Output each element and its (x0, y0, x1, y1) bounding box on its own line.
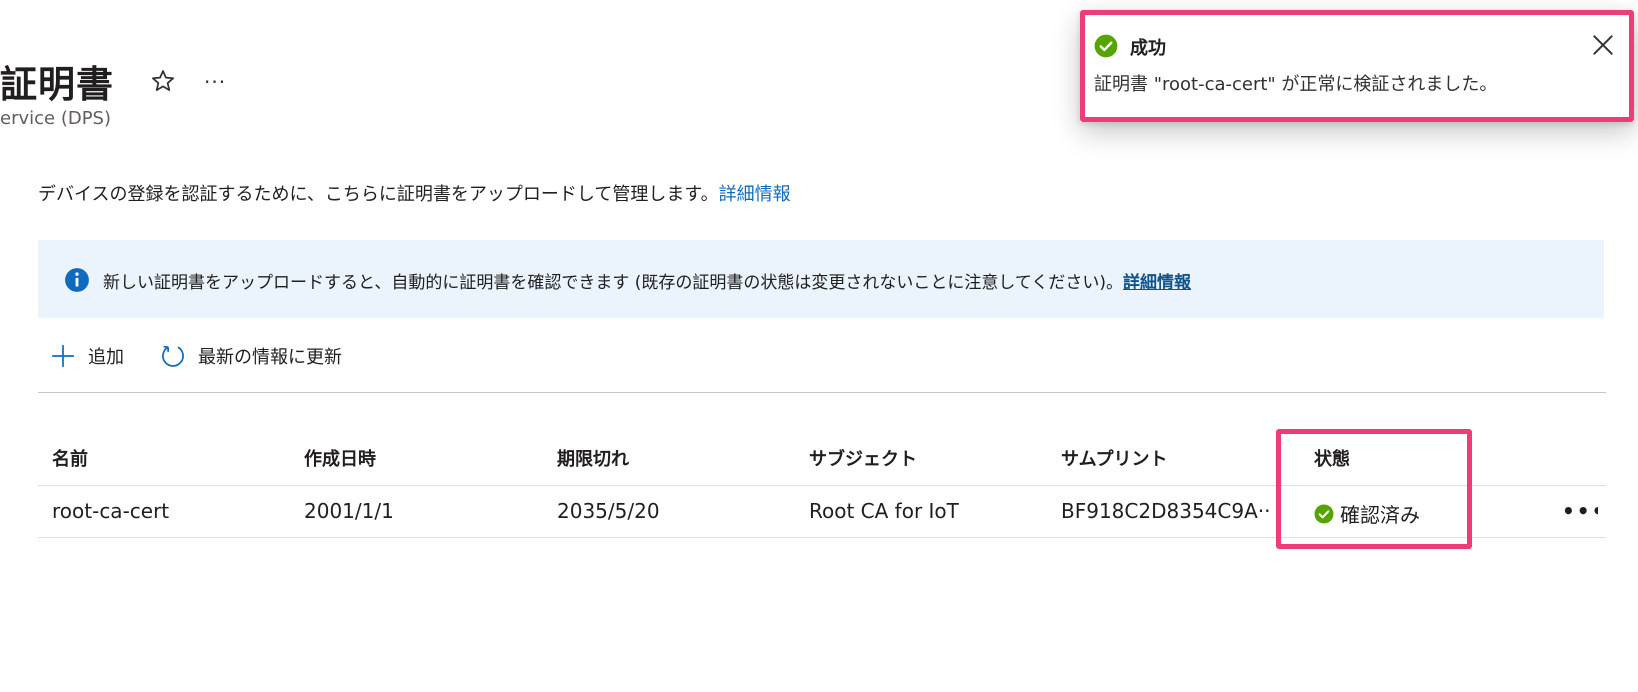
star-icon[interactable] (150, 68, 176, 94)
add-button-label: 追加 (88, 347, 124, 368)
refresh-button[interactable]: 最新の情報に更新 (148, 336, 342, 376)
plus-icon (52, 345, 74, 367)
info-banner: 新しい証明書をアップロードすると、自動的に証明書を確認できます (既存の証明書の… (38, 240, 1604, 318)
column-header-thumbprint[interactable]: サムプリント (1061, 445, 1301, 471)
certificates-page: 証明書 ··· ervice (DPS) デバイスの登録を認証するために、こちら… (0, 0, 1638, 692)
status-cell: 確認済み (1314, 499, 1514, 528)
expiry-date: 2035/5/20 (557, 499, 660, 523)
created-date: 2001/1/1 (304, 499, 394, 523)
thumbprint: BF918C2D8354C9A·· (1061, 499, 1271, 523)
check-circle-icon (1314, 504, 1334, 523)
more-options-icon[interactable]: ··· (204, 70, 226, 94)
toast-message: 証明書 "root-ca-cert" が正常に検証されました。 (1094, 74, 1498, 95)
row-more-actions-button[interactable]: ••• (1562, 499, 1598, 523)
info-icon (65, 268, 89, 292)
table-row[interactable]: root-ca-cert 2001/1/1 2035/5/20 Root CA … (38, 486, 1606, 538)
refresh-icon (162, 345, 184, 367)
refresh-button-label: 最新の情報に更新 (198, 347, 342, 368)
command-bar: 追加 最新の情報に更新 (38, 336, 366, 376)
toast-title: 成功 (1130, 38, 1166, 59)
certificates-table: 名前 作成日時 期限切れ サブジェクト サムプリント 状態 root-ca-ce… (38, 432, 1606, 538)
subject: Root CA for IoT (809, 499, 959, 523)
table-header-row: 名前 作成日時 期限切れ サブジェクト サムプリント 状態 (38, 432, 1606, 486)
add-button[interactable]: 追加 (38, 336, 124, 376)
column-header-status[interactable]: 状態 (1314, 445, 1514, 471)
page-subtitle: ervice (DPS) (0, 108, 112, 129)
check-circle-icon (1094, 34, 1118, 58)
page-description: デバイスの登録を認証するために、こちらに証明書をアップロードして管理します。詳細… (38, 180, 791, 206)
info-learn-more-link[interactable]: 詳細情報 (1123, 273, 1191, 293)
success-toast: 成功 証明書 "root-ca-cert" が正常に検証されました。 (1080, 10, 1634, 122)
column-header-subject[interactable]: サブジェクト (809, 445, 1039, 471)
info-banner-message: 新しい証明書をアップロードすると、自動的に証明書を確認できます (既存の証明書の… (103, 273, 1123, 293)
learn-more-link[interactable]: 詳細情報 (719, 184, 791, 205)
toolbar-divider (38, 392, 1606, 393)
close-icon[interactable] (1590, 32, 1616, 58)
column-header-name[interactable]: 名前 (52, 445, 282, 471)
certificate-name-link[interactable]: root-ca-cert (52, 499, 282, 523)
page-title: 証明書 (0, 63, 114, 106)
info-banner-text: 新しい証明書をアップロードすると、自動的に証明書を確認できます (既存の証明書の… (103, 268, 1191, 293)
description-text: デバイスの登録を認証するために、こちらに証明書をアップロードして管理します。 (38, 184, 719, 205)
column-header-created[interactable]: 作成日時 (304, 445, 534, 471)
status-badge: 確認済み (1340, 503, 1420, 527)
column-header-expiry[interactable]: 期限切れ (557, 445, 787, 471)
